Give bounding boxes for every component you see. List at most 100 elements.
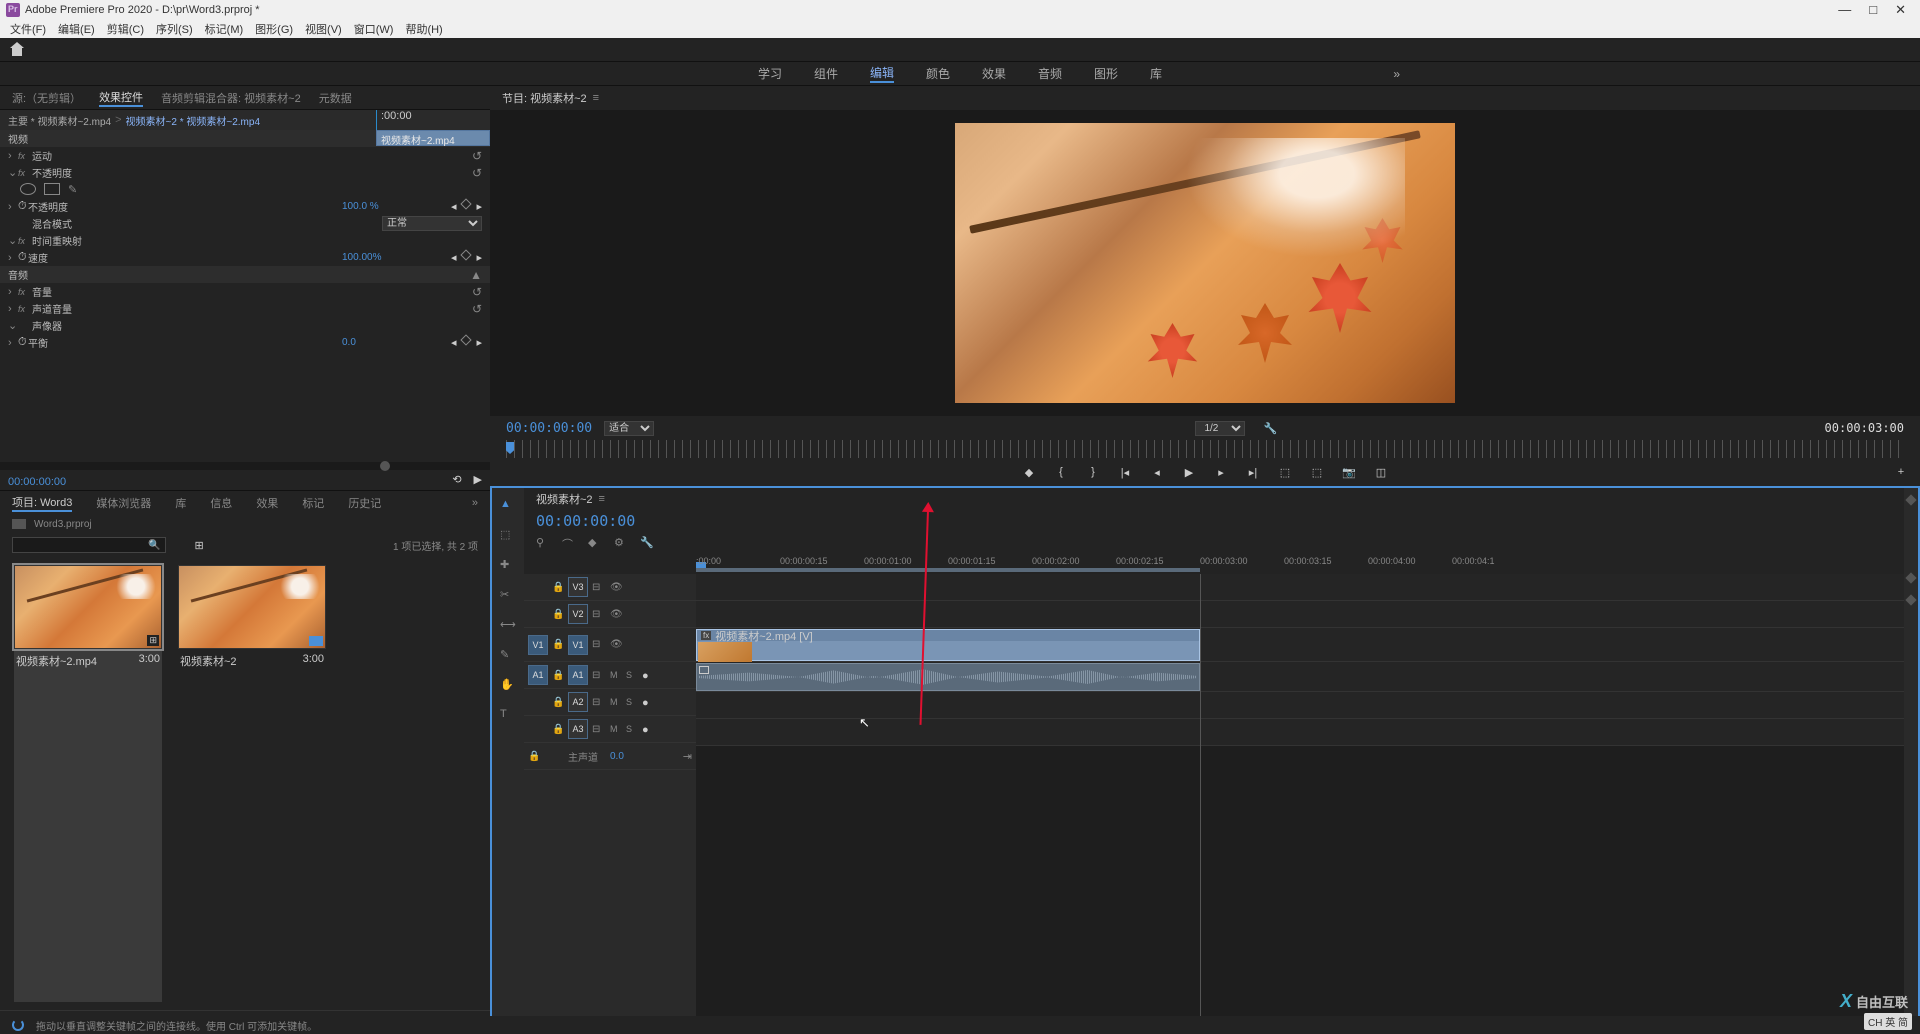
hand-tool-icon[interactable]: ✋ (500, 678, 516, 694)
lock-icon[interactable]: 🔒 (528, 751, 540, 762)
tab-project[interactable]: 项目: Word3 (12, 494, 72, 512)
ec-motion[interactable]: 运动 (32, 148, 472, 163)
export-frame-icon[interactable]: 📷 (1342, 465, 1356, 479)
project-item-sequence[interactable]: 视频素材~23:00 (178, 565, 326, 1002)
menu-edit[interactable]: 编辑(E) (54, 21, 99, 37)
ec-balance-value[interactable]: 0.0 (342, 337, 422, 348)
tab-effects[interactable]: 效果 (256, 495, 278, 511)
ec-time-remap[interactable]: 时间重映射 (32, 233, 482, 248)
ec-blend-select[interactable]: 正常 (382, 216, 482, 231)
workspace-assembly[interactable]: 组件 (814, 65, 838, 82)
menu-clip[interactable]: 剪辑(C) (103, 21, 148, 37)
sync-icon[interactable]: ⊟ (592, 582, 606, 593)
record-icon[interactable]: ● (642, 670, 654, 680)
minimize-button[interactable]: — (1838, 2, 1851, 18)
menu-graphics[interactable]: 图形(G) (251, 21, 297, 37)
track-v2-header[interactable]: 🔒V2⊟👁 (524, 601, 696, 628)
track-a3-header[interactable]: 🔒A3⊟MS● (524, 716, 696, 743)
track-v1-header[interactable]: V1🔒V1⊟👁 (524, 628, 696, 662)
source-patch[interactable]: V1 (528, 635, 548, 655)
marker-add-icon[interactable]: ◆ (588, 536, 602, 550)
track-target[interactable]: V3 (568, 577, 588, 597)
eye-icon[interactable]: 👁 (610, 639, 624, 650)
reset-icon[interactable]: ↺ (472, 149, 482, 163)
step-back-icon[interactable]: ◂ (1150, 465, 1164, 479)
track-v3-header[interactable]: 🔒 V3 ⊟ 👁 (524, 574, 696, 601)
type-tool-icon[interactable]: T (500, 708, 516, 724)
lock-icon[interactable]: 🔒 (552, 639, 564, 650)
mute-button[interactable]: M (610, 724, 622, 734)
ec-scrollbar[interactable] (380, 461, 390, 471)
reset-icon[interactable]: ↺ (472, 166, 482, 180)
tab-metadata[interactable]: 元数据 (319, 90, 352, 106)
in-point-icon[interactable]: { (1054, 465, 1068, 479)
compare-icon[interactable]: ◫ (1374, 465, 1388, 479)
track-target[interactable]: A2 (568, 692, 588, 712)
eye-icon[interactable]: 👁 (610, 582, 624, 593)
workspace-graphics[interactable]: 图形 (1094, 65, 1118, 82)
master-level[interactable]: 0.0 (610, 751, 624, 762)
solo-button[interactable]: S (626, 697, 638, 707)
marker-icon[interactable]: ◆ (1022, 465, 1036, 479)
tab-history[interactable]: 历史记 (348, 495, 381, 511)
workspace-effects[interactable]: 效果 (982, 65, 1006, 82)
ec-panner[interactable]: 声像器 (32, 318, 482, 333)
tab-info[interactable]: 信息 (210, 495, 232, 511)
ec-clip-path[interactable]: 视频素材~2 * 视频素材~2.mp4 (126, 113, 260, 128)
pen-mask-icon[interactable]: ✎ (68, 183, 77, 196)
lift-icon[interactable]: ⬚ (1278, 465, 1292, 479)
solo-button[interactable]: S (626, 724, 638, 734)
lock-icon[interactable]: 🔒 (552, 670, 564, 681)
workspace-libraries[interactable]: 库 (1150, 65, 1162, 82)
tabs-overflow[interactable]: » (472, 497, 478, 509)
lock-icon[interactable]: 🔒 (552, 609, 564, 620)
track-target[interactable]: A3 (568, 719, 588, 739)
project-item-clip[interactable]: ⊞ 视频素材~2.mp43:00 (14, 565, 162, 1002)
workspace-overflow[interactable]: » (1393, 67, 1400, 81)
slip-tool-icon[interactable]: ⟷ (500, 618, 516, 634)
eye-icon[interactable]: 👁 (610, 609, 624, 620)
sync-icon[interactable]: ⊟ (592, 724, 606, 735)
timeline-ruler[interactable]: :00:00 00:00:00:15 00:00:01:00 00:00:01:… (696, 554, 1904, 574)
workspace-audio[interactable]: 音频 (1038, 65, 1062, 82)
reset-icon[interactable]: ↺ (472, 302, 482, 316)
sync-icon[interactable]: ⊟ (592, 609, 606, 620)
tab-markers[interactable]: 标记 (302, 495, 324, 511)
timeline-track-area[interactable]: fx视频素材~2.mp4 [V] ↖ (696, 574, 1904, 1032)
ripple-tool-icon[interactable]: ✚ (500, 558, 516, 574)
link-icon[interactable]: ⌒ (562, 536, 576, 550)
view-icon[interactable]: ⊞ (194, 539, 203, 552)
bin-icon[interactable] (12, 519, 26, 529)
maximize-button[interactable]: □ (1869, 2, 1877, 18)
close-button[interactable]: ✕ (1895, 2, 1906, 18)
sync-icon[interactable]: ⊟ (592, 670, 606, 681)
step-forward-icon[interactable]: ▸ (1214, 465, 1228, 479)
lock-icon[interactable]: 🔒 (552, 582, 564, 593)
ec-opacity-value[interactable]: 100.0 % (342, 201, 422, 212)
extract-icon[interactable]: ⬚ (1310, 465, 1324, 479)
add-button-icon[interactable]: + (1894, 465, 1908, 479)
mute-button[interactable]: M (610, 697, 622, 707)
settings-icon[interactable]: ⚙ (614, 536, 628, 550)
selection-tool-icon[interactable]: ▲ (500, 498, 516, 514)
ec-loop-icon[interactable]: ⟲ (452, 473, 461, 486)
settings-icon[interactable]: 🔧 (1263, 422, 1277, 435)
workspace-editing[interactable]: 编辑 (870, 64, 894, 83)
audio-clip[interactable] (696, 663, 1200, 691)
keyframe-icon[interactable] (461, 198, 472, 209)
record-icon[interactable]: ● (642, 697, 654, 707)
fit-select[interactable]: 适合 (604, 421, 654, 436)
quality-select[interactable]: 1/2 (1195, 421, 1245, 436)
collapse-icon[interactable]: ▲ (470, 268, 482, 282)
razor-tool-icon[interactable]: ✂ (500, 588, 516, 604)
menu-window[interactable]: 窗口(W) (350, 21, 398, 37)
ec-channel-volume[interactable]: 声道音量 (32, 301, 472, 316)
keyframe-icon[interactable] (461, 334, 472, 345)
tab-audio-mixer[interactable]: 音频剪辑混合器: 视频素材~2 (161, 90, 301, 106)
tab-libraries[interactable]: 库 (175, 495, 186, 511)
workspace-learn[interactable]: 学习 (758, 65, 782, 82)
rect-mask-icon[interactable] (44, 183, 60, 195)
go-to-in-icon[interactable]: |◂ (1118, 465, 1132, 479)
program-preview[interactable] (955, 123, 1455, 403)
menu-markers[interactable]: 标记(M) (201, 21, 248, 37)
